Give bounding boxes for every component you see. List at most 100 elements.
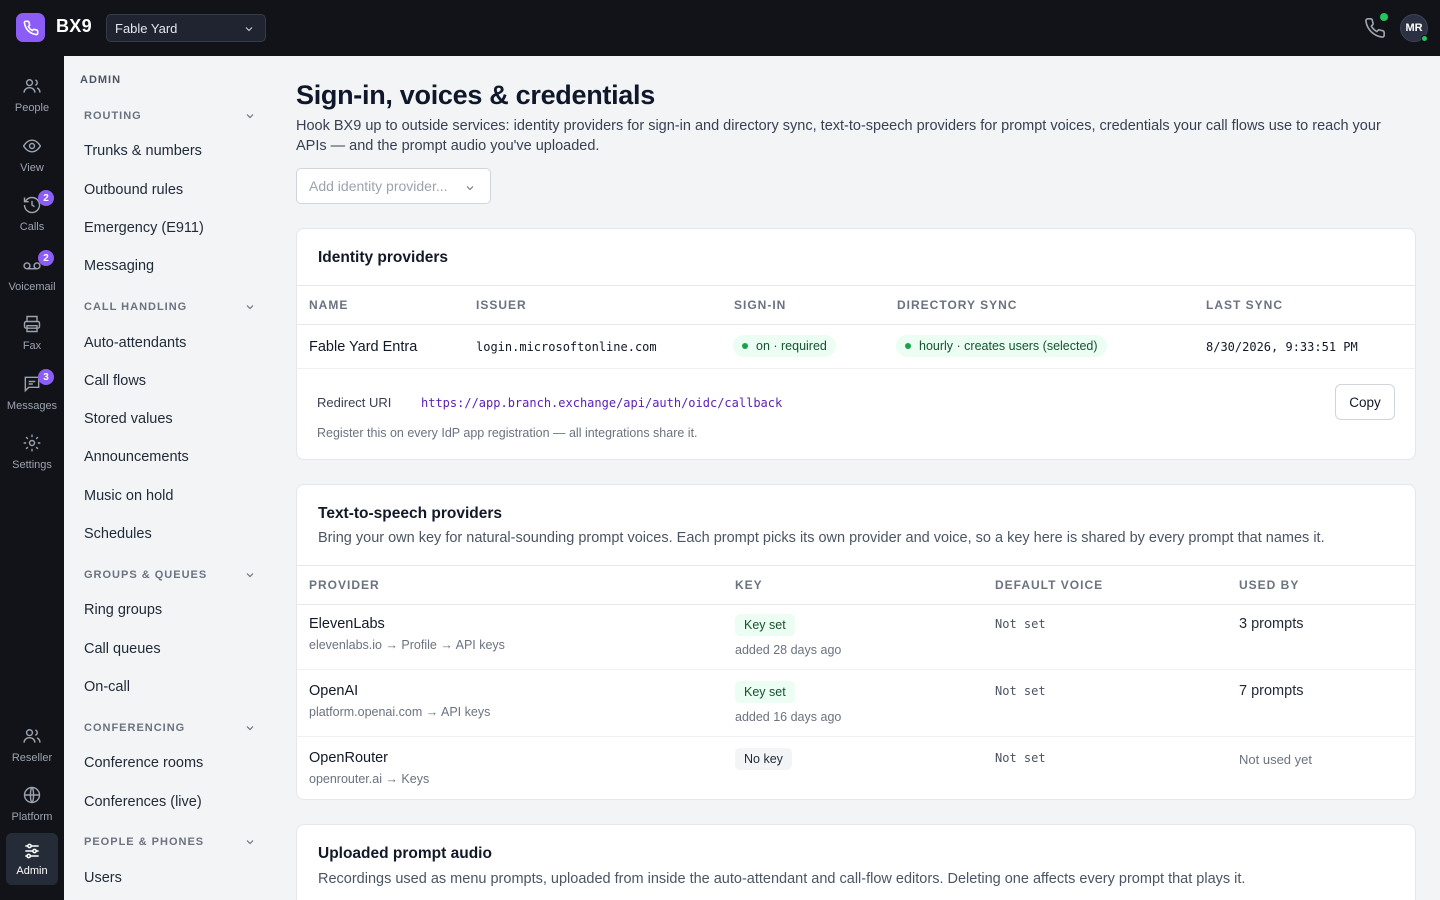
dirsync-status-badge: hourly · creates users (selected) [896,335,1107,357]
top-bar: BX9 Fable Yard MR [0,0,1440,56]
org-switcher[interactable]: Fable Yard [106,14,266,42]
divider [297,736,1415,737]
rail-reseller-label: Reseller [11,752,53,764]
rail-calls[interactable]: 2 Calls [0,190,64,243]
rail-admin-label: Admin [16,865,48,877]
chevron-down-icon [246,114,254,119]
dirsync-status-text: hourly · creates users (selected) [919,339,1098,353]
identity-providers-card: Identity providers NAME ISSUER SIGN-IN D… [296,228,1416,460]
calls-badge: 2 [38,190,54,206]
rail-people[interactable]: People [0,72,64,124]
rail-messages[interactable]: 3 Messages [0,369,64,422]
audio-card-title: Uploaded prompt audio [318,845,492,862]
presence-dot [1421,35,1428,42]
copy-redirect-uri-button[interactable]: Copy [1335,384,1395,420]
register-note: Register this on every IdP app registrat… [317,426,698,440]
nav-on-call[interactable]: On-call [84,679,130,695]
rail-fax-label: Fax [22,340,42,352]
chevron-down-icon [246,840,254,845]
chevron-down-icon [466,186,474,191]
idp-table-header: NAME ISSUER SIGN-IN DIRECTORY SYNC LAST … [297,285,1415,325]
rail-settings-label: Settings [12,459,52,471]
nav-call-queues[interactable]: Call queues [84,641,161,657]
idp-card-title: Identity providers [318,249,449,266]
redirect-uri-label: Redirect URI [317,395,392,410]
rail-reseller[interactable]: Reseller [0,722,64,774]
divider [297,669,1415,670]
signin-status-text: on · required [756,339,827,353]
rail-view[interactable]: View [0,132,64,184]
add-identity-provider-select[interactable]: Add identity provider... [296,168,491,204]
subnav-title: ADMIN [80,74,122,86]
nav-trunks[interactable]: Trunks & numbers [84,143,202,159]
nav-music-on-hold[interactable]: Music on hold [84,488,173,504]
eye-icon [22,139,42,153]
nav-emergency[interactable]: Emergency (E911) [84,220,204,236]
nav-users[interactable]: Users [84,870,122,886]
nav-stored-values[interactable]: Stored values [84,411,173,427]
rail-settings[interactable]: Settings [0,429,64,481]
rail-voicemail-label: Voicemail [8,281,56,293]
rail-admin[interactable]: Admin [6,833,58,885]
nav-schedules[interactable]: Schedules [84,526,152,542]
chevron-down-icon [245,27,253,32]
left-rail: People View 2 Calls 2 Voicemail Fax 3 Me… [0,56,64,900]
rail-voicemail[interactable]: 2 Voicemail [0,250,64,303]
used-by: 7 prompts [1239,683,1304,699]
key-status-badge: Key set [735,614,795,636]
group-call-handling-label: CALL HANDLING [84,301,188,313]
th-used-by: USED BY [1239,578,1300,592]
group-people-phones[interactable]: PEOPLE & PHONES [84,836,256,848]
th-directory-sync: DIRECTORY SYNC [897,298,1018,312]
prompt-audio-card: Uploaded prompt audio Recordings used as… [296,824,1416,900]
nav-conferences-live[interactable]: Conferences (live) [84,794,202,810]
group-routing-label: ROUTING [84,110,142,122]
nav-announcements[interactable]: Announcements [84,449,189,465]
audio-card-description: Recordings used as menu prompts, uploade… [318,871,1246,887]
admin-subnav: ADMIN ROUTING Trunks & numbers Outbound … [64,56,272,900]
main-content: Sign-in, voices & credentials Hook BX9 u… [272,56,1440,900]
rail-platform[interactable]: Platform [0,781,64,833]
nav-ring-groups[interactable]: Ring groups [84,602,162,618]
group-call-handling[interactable]: CALL HANDLING [84,301,256,313]
tts-card-title: Text-to-speech providers [318,505,503,522]
idp-issuer: login.microsoftonline.com [476,340,657,354]
rail-fax[interactable]: Fax [0,310,64,362]
group-conferencing-label: CONFERENCING [84,722,186,734]
nav-auto-attendants[interactable]: Auto-attendants [84,335,186,351]
brand-name: BX9 [56,16,92,36]
app-logo[interactable] [16,13,45,42]
group-groups-queues[interactable]: GROUPS & QUEUES [84,569,256,581]
used-by: 3 prompts [1239,616,1304,632]
group-conferencing[interactable]: CONFERENCING [84,722,256,734]
group-people-phones-label: PEOPLE & PHONES [84,836,205,848]
provider-path: elevenlabs.io → Profile → API keys [309,638,505,652]
th-issuer: ISSUER [476,298,527,312]
signin-status-badge: on · required [733,335,836,357]
key-status-badge: Key set [735,681,795,703]
sliders-icon [25,843,39,859]
th-default-voice: DEFAULT VOICE [995,578,1104,592]
nav-outbound[interactable]: Outbound rules [84,182,183,198]
th-signin: SIGN-IN [734,298,787,312]
default-voice: Not set [995,751,1046,765]
default-voice: Not set [995,617,1046,631]
voicemail-badge: 2 [38,250,54,266]
nav-call-flows[interactable]: Call flows [84,373,146,389]
th-key: KEY [735,578,763,592]
nav-messaging[interactable]: Messaging [84,258,154,274]
softphone-status-dot [1380,13,1388,21]
divider [297,368,1415,369]
chevron-down-icon [246,726,254,731]
reseller-icon [23,729,41,743]
provider-path: platform.openai.com → API keys [309,705,491,719]
settings-icon [23,434,41,452]
nav-conference-rooms[interactable]: Conference rooms [84,755,203,771]
add-idp-placeholder: Add identity provider... [309,178,448,194]
chevron-down-icon [246,305,254,310]
group-routing[interactable]: ROUTING [84,110,256,122]
redirect-uri-value[interactable]: https://app.branch.exchange/api/auth/oid… [421,396,782,410]
printer-icon [23,315,41,333]
tts-card-description: Bring your own key for natural-sounding … [318,530,1325,546]
rail-messages-label: Messages [6,400,58,412]
